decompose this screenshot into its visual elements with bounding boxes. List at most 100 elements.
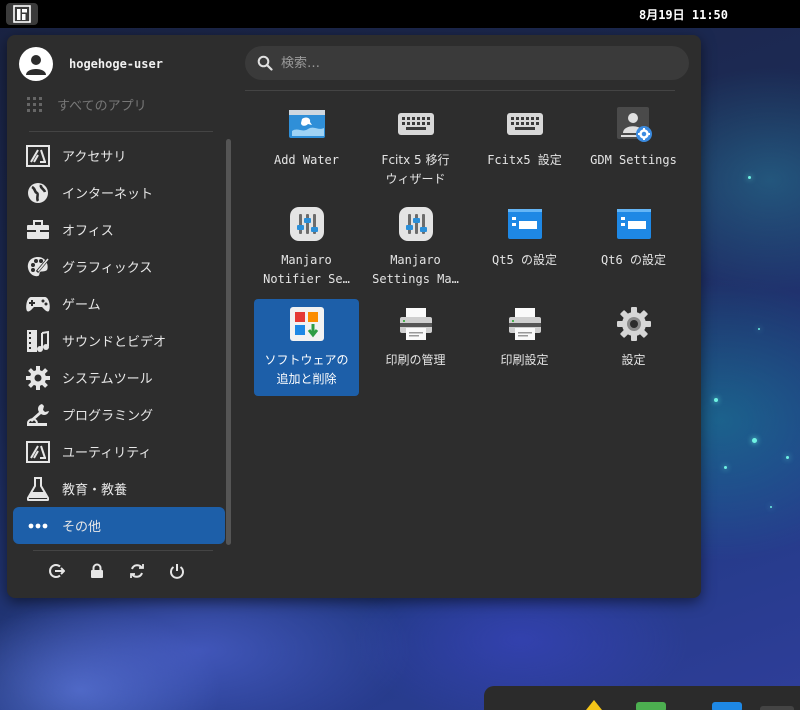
category-education[interactable]: 教育・教養 [13, 470, 225, 507]
category-system-tools[interactable]: システムツール [13, 359, 225, 396]
app-gdm-settings[interactable]: GDM Settings [581, 99, 686, 196]
power-icon[interactable] [169, 563, 185, 579]
clock[interactable]: 8月19日 11:50 [639, 6, 728, 23]
qt-settings-icon [506, 205, 544, 243]
category-internet[interactable]: インターネット [13, 174, 225, 211]
manjaro-settings-icon [397, 205, 435, 243]
wallpaper-sparkle [748, 176, 751, 179]
sidebar-scrollbar[interactable] [226, 139, 231, 545]
dock-app-icon[interactable] [760, 706, 794, 710]
wallpaper-sparkle [752, 438, 757, 443]
more-icon [25, 513, 51, 539]
app-add-water[interactable]: Add Water [254, 99, 359, 196]
divider [33, 550, 213, 551]
app-qt5-settings[interactable]: Qt5 の設定 [472, 199, 577, 296]
app-qt6-settings[interactable]: Qt6 の設定 [581, 199, 686, 296]
restart-icon[interactable] [129, 563, 145, 579]
gear-icon [25, 365, 51, 391]
category-list: アクセサリ インターネット オフィス グラフィックス ゲーム サウンドとビデオ … [13, 137, 225, 544]
printer-icon [506, 305, 544, 343]
category-label: ユーティリティ [62, 446, 152, 461]
app-manjaro-settings-manager[interactable]: Manjaro Settings Ma… [363, 199, 468, 296]
category-sound-video[interactable]: サウンドとビデオ [13, 322, 225, 359]
app-fcitx5-migrator[interactable]: Fcitx 5 移行 ウィザード [363, 99, 468, 196]
username: hogehoge-user [69, 57, 163, 71]
category-label: プログラミング [62, 409, 154, 424]
app-print-manager[interactable]: 印刷の管理 [363, 299, 468, 396]
globe-icon [25, 180, 51, 206]
category-label: 教育・教養 [62, 483, 128, 498]
app-label: Add Water [273, 153, 340, 167]
app-settings[interactable]: 設定 [581, 299, 686, 396]
category-programming[interactable]: プログラミング [13, 396, 225, 433]
utilities-icon [25, 439, 51, 465]
manjaro-logo-icon[interactable] [6, 3, 38, 25]
category-label: ゲーム [62, 298, 101, 313]
wallpaper-sparkle [724, 466, 727, 469]
category-label: その他 [62, 520, 102, 535]
category-graphics[interactable]: グラフィックス [13, 248, 225, 285]
wallpaper-sparkle [770, 506, 772, 508]
category-label: サウンドとビデオ [62, 335, 167, 350]
top-bar: 8月19日 11:50 [0, 0, 800, 28]
app-label: Fcitx 5 移行 [381, 153, 450, 167]
category-utilities[interactable]: ユーティリティ [13, 433, 225, 470]
app-label-line2: ウィザード [385, 172, 446, 186]
app-label: Manjaro [390, 253, 441, 267]
logout-icon[interactable] [49, 563, 65, 579]
user-row[interactable]: hogehoge-user [19, 47, 163, 81]
app-software-add-remove[interactable]: ソフトウェアの 追加と削除 [254, 299, 359, 396]
app-label-line2: Settings Ma… [372, 272, 459, 286]
app-label: Manjaro [281, 253, 332, 267]
wallpaper-sparkle [786, 456, 789, 459]
film-music-icon [25, 328, 51, 354]
briefcase-icon [25, 217, 51, 243]
category-label: アクセサリ [62, 150, 127, 165]
app-label: ソフトウェアの [264, 353, 349, 367]
keyboard-icon [397, 105, 435, 143]
printer-icon [397, 305, 435, 343]
category-label: システムツール [62, 372, 153, 387]
app-label: 印刷設定 [500, 353, 549, 367]
dock-app-icon[interactable] [636, 702, 666, 710]
divider [29, 131, 213, 132]
gamepad-icon [25, 291, 51, 317]
dock-app-icon[interactable] [586, 700, 602, 710]
application-menu: hogehoge-user すべてのアプリ アクセサリ インターネット [7, 35, 701, 598]
app-print-settings[interactable]: 印刷設定 [472, 299, 577, 396]
avatar[interactable] [19, 47, 53, 81]
search-field[interactable] [245, 46, 689, 80]
category-games[interactable]: ゲーム [13, 285, 225, 322]
wallpaper-sparkle [758, 328, 760, 330]
qt-settings-icon [615, 205, 653, 243]
all-apps-label: すべてのアプリ [57, 99, 147, 114]
category-accessories[interactable]: アクセサリ [13, 137, 225, 174]
lock-icon[interactable] [89, 563, 105, 579]
software-add-remove-icon [288, 305, 326, 343]
category-label: インターネット [62, 187, 154, 202]
app-fcitx5-settings[interactable]: Fcitx5 設定 [472, 99, 577, 196]
wrench-icon [25, 402, 51, 428]
user-icon [26, 55, 46, 75]
settings-gear-icon [615, 305, 653, 343]
wallpaper-sparkle [714, 398, 718, 402]
app-label: Qt6 の設定 [601, 253, 666, 267]
app-label: 印刷の管理 [385, 353, 446, 367]
divider [245, 90, 675, 91]
category-other[interactable]: その他 [13, 507, 225, 544]
dock-app-icon[interactable] [712, 702, 742, 710]
app-manjaro-notifier-settings[interactable]: Manjaro Notifier Se… [254, 199, 359, 296]
keyboard-icon [506, 105, 544, 143]
add-water-icon [288, 105, 326, 143]
app-label-line2: 追加と削除 [276, 372, 337, 386]
gdm-settings-icon [615, 105, 653, 143]
dock [484, 686, 800, 710]
app-grid-icon [27, 96, 43, 113]
app-label: 設定 [621, 353, 646, 367]
app-grid: Add Water Fcitx 5 移行 ウィザード Fcitx5 設定 GDM… [254, 99, 686, 396]
app-label: Fcitx5 設定 [487, 153, 562, 167]
app-label-line2: Notifier Se… [263, 272, 350, 286]
search-input[interactable] [281, 55, 661, 71]
category-office[interactable]: オフィス [13, 211, 225, 248]
all-apps-item[interactable]: すべてのアプリ [27, 95, 147, 114]
